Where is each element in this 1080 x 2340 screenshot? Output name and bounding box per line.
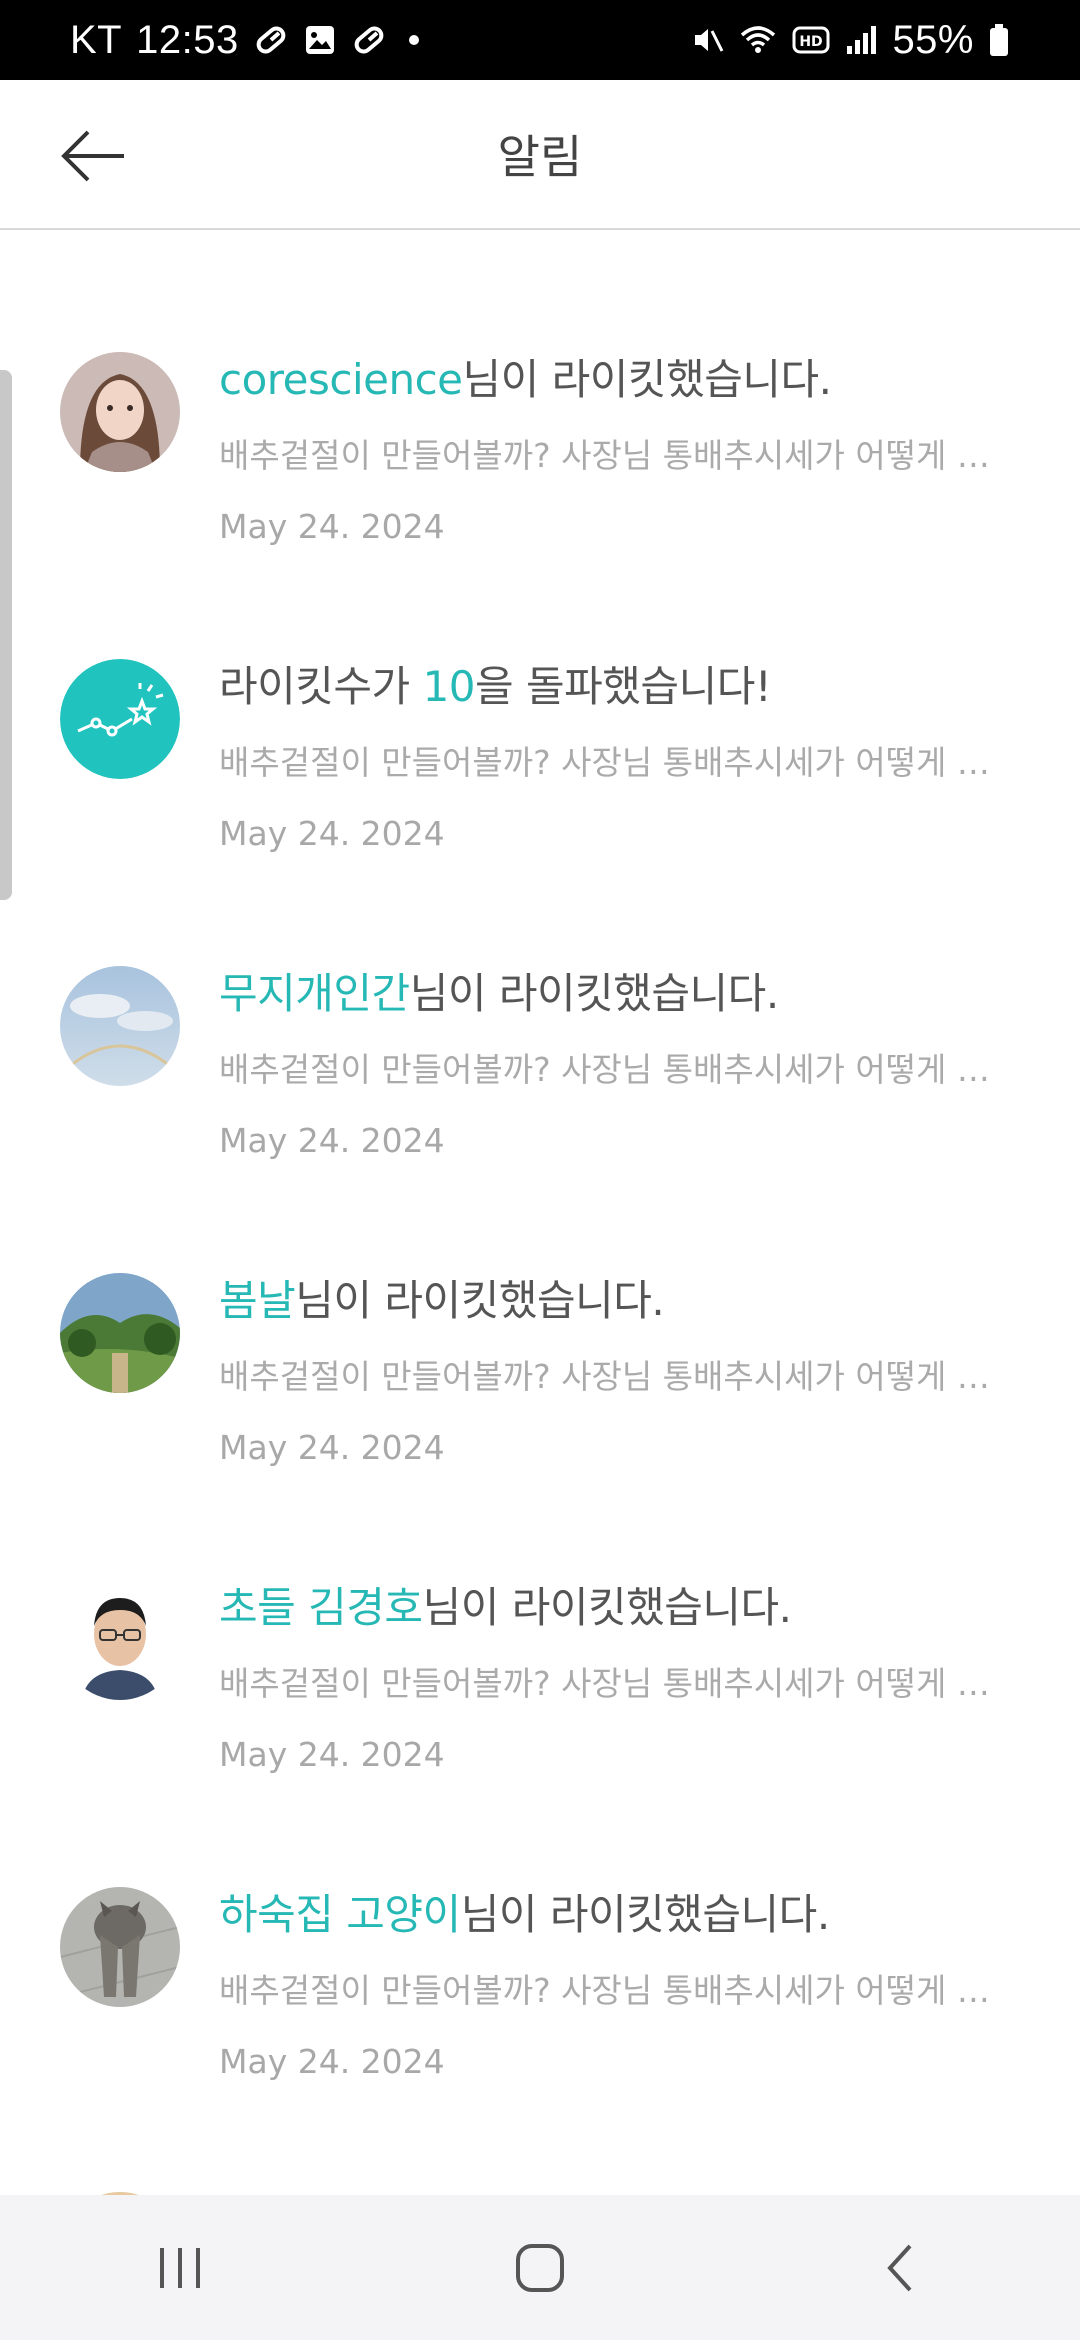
notification-date: May 24. 2024	[219, 1735, 445, 1774]
like-count: 10	[422, 662, 476, 711]
title-prefix: 라이킷수가	[219, 662, 423, 711]
post-preview[interactable]: 배추겉절이 만들어볼까? 사장님 통배추시세가 어떻게 되나요?	[219, 1657, 1016, 1705]
post-preview[interactable]: 배추겉절이 만들어볼까? 사장님 통배추시세가 어떻게 되나요?	[219, 1043, 1016, 1091]
home-button[interactable]	[480, 2218, 600, 2318]
notification-date: May 24. 2024	[219, 507, 445, 546]
image-icon	[303, 23, 337, 57]
carrier-label: KT	[70, 17, 123, 62]
recent-apps-icon	[160, 2247, 200, 2288]
battery-label: 55%	[892, 17, 974, 62]
title-suffix: 을 돌파했습니다!	[475, 662, 772, 711]
post-preview[interactable]: 배추겉절이 만들어볼까? 사장님 통배추시세가 어떻게 되나요?	[219, 429, 1016, 477]
back-icon	[887, 2244, 912, 2291]
wifi-icon	[738, 23, 778, 57]
title-suffix: 님이 라이킷했습니다.	[295, 1276, 665, 1325]
notification-text: corescience님이 라이킷했습니다. 배추겉절이 만들어볼까? 사장님 …	[219, 346, 1016, 546]
home-icon	[516, 2243, 564, 2292]
user-avatar[interactable]	[60, 966, 180, 1086]
notification-item[interactable]: 봄날님이 라이킷했습니다. 배추겉절이 만들어볼까? 사장님 통배추시세가 어떻…	[0, 1273, 1080, 1573]
title-suffix: 님이 라이킷했습니다.	[460, 1890, 830, 1939]
notification-title: corescience님이 라이킷했습니다.	[219, 346, 1016, 407]
user-avatar[interactable]	[60, 1887, 180, 2007]
notification-title: 초들 김경호님이 라이킷했습니다.	[219, 1574, 1016, 1635]
status-right: HD 55%	[690, 18, 1010, 63]
system-nav-bar	[0, 2195, 1080, 2340]
title-suffix: 님이 라이킷했습니다.	[422, 1583, 792, 1632]
notification-dot-icon	[408, 35, 419, 45]
signal-icon	[844, 24, 878, 56]
mute-icon	[690, 23, 724, 57]
user-avatar[interactable]	[60, 1273, 180, 1393]
battery-icon	[988, 23, 1010, 57]
user-avatar[interactable]	[60, 1580, 180, 1700]
title-suffix: 님이 라이킷했습니다.	[409, 969, 779, 1018]
notification-date: May 24. 2024	[219, 2042, 445, 2081]
app-header: 알림	[0, 80, 1080, 230]
notification-title: 봄날님이 라이킷했습니다.	[219, 1267, 1016, 1328]
arrow-left-icon	[61, 130, 124, 182]
pill-icon	[351, 22, 387, 58]
notification-item[interactable]: 하숙집 고양이님이 라이킷했습니다. 배추겉절이 만들어볼까? 사장님 통배추시…	[0, 1887, 1080, 2187]
hd-icon: HD	[792, 25, 830, 55]
status-bar: KT 12:53 HD 55%	[0, 0, 1080, 80]
milestone-icon	[60, 659, 180, 779]
notification-date: May 24. 2024	[219, 1428, 445, 1467]
post-preview[interactable]: 배추겉절이 만들어볼까? 사장님 통배추시세가 어떻게 되나요?	[219, 736, 1016, 784]
user-name[interactable]: corescience	[219, 355, 463, 404]
svg-text:HD: HD	[800, 34, 823, 50]
user-name[interactable]: 초들 김경호	[219, 1583, 423, 1632]
title-suffix: 님이 라이킷했습니다.	[462, 355, 832, 404]
pill-icon	[253, 22, 289, 58]
user-name[interactable]: 하숙집 고양이	[219, 1890, 461, 1939]
recent-apps-button[interactable]	[120, 2218, 240, 2318]
clock-label: 12:53	[136, 17, 239, 62]
back-nav-button[interactable]	[840, 2218, 960, 2318]
status-left: KT 12:53	[70, 18, 419, 63]
post-preview[interactable]: 배추겉절이 만들어볼까? 사장님 통배추시세가 어떻게 되나요?	[219, 1964, 1016, 2012]
user-avatar[interactable]	[60, 352, 180, 472]
notification-item[interactable]: 초들 김경호님이 라이킷했습니다. 배추겉절이 만들어볼까? 사장님 통배추시세…	[0, 1580, 1080, 1880]
post-preview[interactable]: 배추겉절이 만들어볼까? 사장님 통배추시세가 어떻게 되나요?	[219, 1350, 1016, 1398]
notification-text: 하숙집 고양이님이 라이킷했습니다. 배추겉절이 만들어볼까? 사장님 통배추시…	[219, 1881, 1016, 2081]
back-button[interactable]	[58, 126, 134, 186]
notification-title: 하숙집 고양이님이 라이킷했습니다.	[219, 1881, 1016, 1942]
notification-date: May 24. 2024	[219, 814, 445, 853]
notification-date: May 24. 2024	[219, 1121, 445, 1160]
page-title: 알림	[497, 130, 583, 184]
notification-text: 라이킷수가 10을 돌파했습니다! 배추겉절이 만들어볼까? 사장님 통배추시세…	[219, 653, 1016, 853]
notification-title: 무지개인간님이 라이킷했습니다.	[219, 960, 1016, 1021]
notification-text: 초들 김경호님이 라이킷했습니다. 배추겉절이 만들어볼까? 사장님 통배추시세…	[219, 1574, 1016, 1774]
notification-text: 봄날님이 라이킷했습니다. 배추겉절이 만들어볼까? 사장님 통배추시세가 어떻…	[219, 1267, 1016, 1467]
user-name[interactable]: 봄날	[219, 1276, 296, 1325]
user-name[interactable]: 무지개인간	[219, 969, 410, 1018]
notification-item[interactable]: 무지개인간님이 라이킷했습니다. 배추겉절이 만들어볼까? 사장님 통배추시세가…	[0, 966, 1080, 1266]
notification-title: 라이킷수가 10을 돌파했습니다!	[219, 653, 1016, 714]
notification-text: 무지개인간님이 라이킷했습니다. 배추겉절이 만들어볼까? 사장님 통배추시세가…	[219, 960, 1016, 1160]
notification-item[interactable]: corescience님이 라이킷했습니다. 배추겉절이 만들어볼까? 사장님 …	[0, 352, 1080, 652]
notification-item[interactable]: 라이킷수가 10을 돌파했습니다! 배추겉절이 만들어볼까? 사장님 통배추시세…	[0, 659, 1080, 959]
